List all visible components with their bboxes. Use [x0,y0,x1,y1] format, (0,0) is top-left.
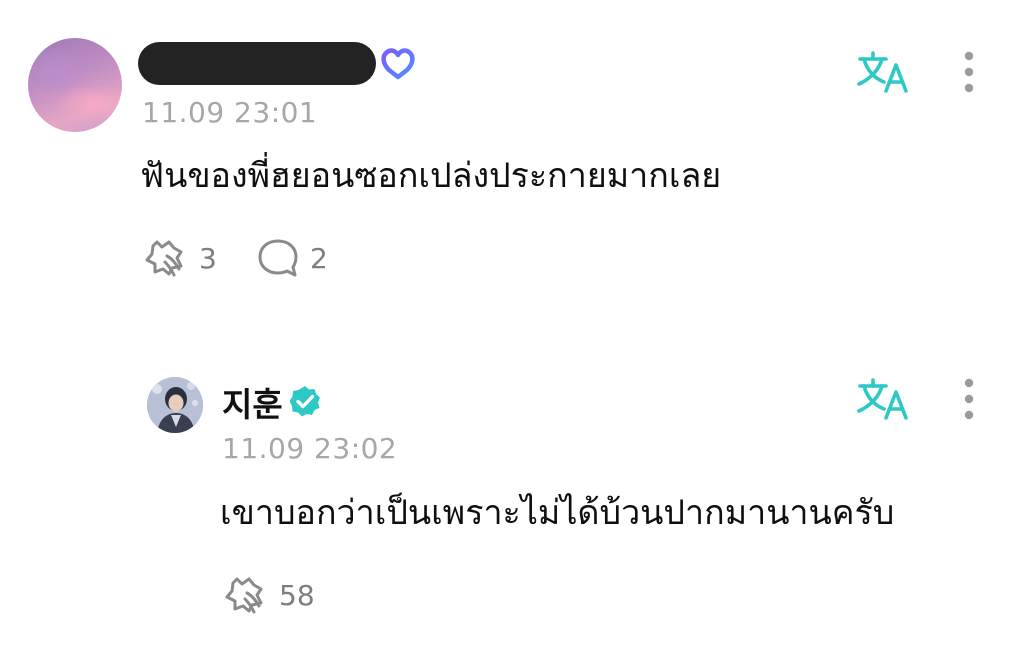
translate-icon[interactable] [856,377,910,421]
reply-author-name[interactable]: 지훈 [222,378,283,426]
like-button[interactable]: 3 [141,236,217,280]
reply-count: 2 [310,241,328,275]
avatar[interactable] [147,377,203,433]
comment-timestamp: 11.09 23:01 [142,96,318,129]
verified-badge-icon [289,386,320,417]
author-name-redacted [138,42,376,85]
comment-text: ฟันของพี่ฮยอนซอกเปล่งประกายมากเลย [140,156,722,196]
membership-heart-icon [381,48,415,80]
reply-text: เขาบอกว่าเป็นเพราะไม่ได้บ้วนปากมานานครับ [220,493,895,533]
like-button[interactable]: 58 [221,573,315,617]
more-vertical-icon[interactable] [961,50,977,94]
reply-timestamp: 11.09 23:02 [222,432,398,465]
comment-bubble-icon [258,239,298,277]
reply-button[interactable]: 2 [256,236,328,280]
avatar-photo [147,377,203,433]
like-hands-icon [225,577,263,614]
like-count: 3 [199,241,217,275]
like-count: 58 [279,578,315,612]
like-hands-icon [145,240,183,277]
avatar[interactable] [28,38,122,132]
more-vertical-icon[interactable] [961,377,977,421]
translate-icon[interactable] [856,50,910,94]
